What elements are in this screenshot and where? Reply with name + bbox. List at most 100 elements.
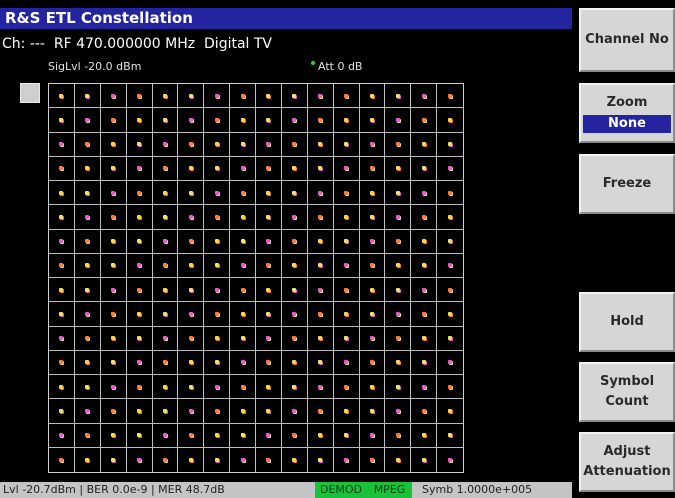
constellation-cell — [152, 132, 179, 157]
constellation-symbol — [59, 408, 64, 413]
constellation-symbol — [214, 433, 219, 438]
constellation-symbol — [111, 336, 116, 341]
constellation-symbol — [344, 117, 349, 122]
constellation-cell — [333, 278, 360, 303]
constellation-symbol — [318, 457, 323, 462]
constellation-cell — [437, 205, 463, 230]
constellation-symbol — [111, 166, 116, 171]
constellation-cell — [411, 229, 438, 254]
constellation-cell — [75, 447, 101, 472]
constellation-cell — [359, 84, 386, 109]
freeze-button[interactable]: Freeze — [579, 154, 675, 214]
constellation-cell — [437, 133, 463, 157]
constellation-symbol — [369, 142, 374, 147]
constellation-symbol — [137, 263, 142, 268]
channel-no-button[interactable]: Channel No — [579, 8, 675, 72]
constellation-symbol — [344, 360, 349, 365]
constellation-symbol — [85, 384, 90, 389]
constellation-symbol — [344, 457, 349, 462]
constellation-cell — [256, 84, 282, 109]
constellation-symbol — [240, 117, 245, 122]
hold-button[interactable]: Hold — [579, 292, 675, 352]
constellation-cell — [359, 423, 386, 448]
constellation-cell — [126, 278, 153, 303]
constellation-symbol — [344, 190, 349, 195]
constellation-cell — [178, 278, 205, 303]
constellation-symbol — [369, 263, 374, 268]
constellation-cell — [411, 156, 438, 181]
constellation-cell — [333, 399, 360, 424]
zoom-button[interactable]: Zoom None — [579, 83, 675, 143]
constellation-symbol — [240, 93, 245, 98]
constellation-cell — [152, 205, 179, 230]
constellation-cell — [411, 375, 438, 400]
constellation-cell — [100, 205, 127, 230]
constellation-symbol — [59, 239, 64, 244]
constellation-symbol — [137, 287, 142, 292]
constellation-symbol — [344, 166, 349, 171]
constellation-symbol — [188, 93, 193, 98]
constellation-cell — [74, 278, 101, 303]
constellation-cell — [333, 181, 360, 206]
symbol-count-button[interactable]: Symbol Count — [579, 362, 675, 422]
constellation-cell — [126, 375, 153, 400]
constellation-symbol — [395, 239, 400, 244]
constellation-cell — [74, 181, 101, 206]
constellation-cell — [204, 326, 231, 351]
constellation-cell — [152, 278, 179, 303]
constellation-symbol — [188, 239, 193, 244]
constellation-cell — [49, 399, 75, 424]
constellation-symbol — [344, 433, 349, 438]
constellation-cell — [256, 375, 282, 400]
constellation-cell — [126, 205, 153, 230]
constellation-cell — [49, 253, 75, 278]
constellation-symbol — [421, 214, 426, 219]
constellation-symbol — [266, 263, 271, 268]
constellation-symbol — [292, 214, 297, 219]
constellation-symbol — [111, 93, 116, 98]
constellation-symbol — [421, 311, 426, 316]
constellation-cell — [281, 375, 308, 400]
constellation-cell — [385, 132, 412, 157]
constellation-cell — [333, 326, 360, 351]
constellation-cell — [49, 447, 75, 472]
constellation-symbol — [318, 311, 323, 316]
constellation-cell — [152, 399, 179, 424]
constellation-symbol — [85, 214, 90, 219]
att-status-dot — [311, 61, 315, 65]
constellation-cell — [359, 399, 386, 424]
constellation-symbol — [266, 360, 271, 365]
constellation-symbol — [395, 336, 400, 341]
constellation-cell — [281, 423, 308, 448]
constellation-cell — [281, 229, 308, 254]
constellation-screen: R&S ETL Constellation Ch: --- RF 470.000… — [0, 0, 582, 498]
constellation-cell — [437, 254, 463, 278]
constellation-cell — [256, 181, 282, 206]
constellation-cell — [178, 350, 205, 375]
constellation-symbol — [292, 190, 297, 195]
constellation-cell — [49, 132, 75, 157]
constellation-cell — [437, 302, 463, 327]
constellation-symbol — [448, 142, 453, 147]
constellation-symbol — [214, 360, 219, 365]
constellation-symbol — [292, 408, 297, 413]
constellation-symbol — [214, 214, 219, 219]
constellation-cell — [411, 253, 438, 278]
constellation-symbol — [266, 433, 271, 438]
constellation-symbol — [448, 311, 453, 316]
constellation-cell — [333, 132, 360, 157]
constellation-symbol — [188, 336, 193, 341]
constellation-cell — [204, 181, 231, 206]
constellation-cell — [333, 423, 360, 448]
constellation-cell — [126, 350, 153, 375]
constellation-cell — [100, 108, 127, 133]
constellation-symbol — [214, 457, 219, 462]
constellation-cell — [178, 423, 205, 448]
constellation-cell — [230, 375, 256, 400]
constellation-cell — [49, 302, 75, 327]
adjust-attenuation-button[interactable]: Adjust Attenuation — [579, 432, 675, 492]
constellation-symbol — [266, 142, 271, 147]
constellation-cell — [230, 423, 256, 448]
constellation-cell — [385, 229, 412, 254]
hold-label: Hold — [610, 314, 644, 329]
